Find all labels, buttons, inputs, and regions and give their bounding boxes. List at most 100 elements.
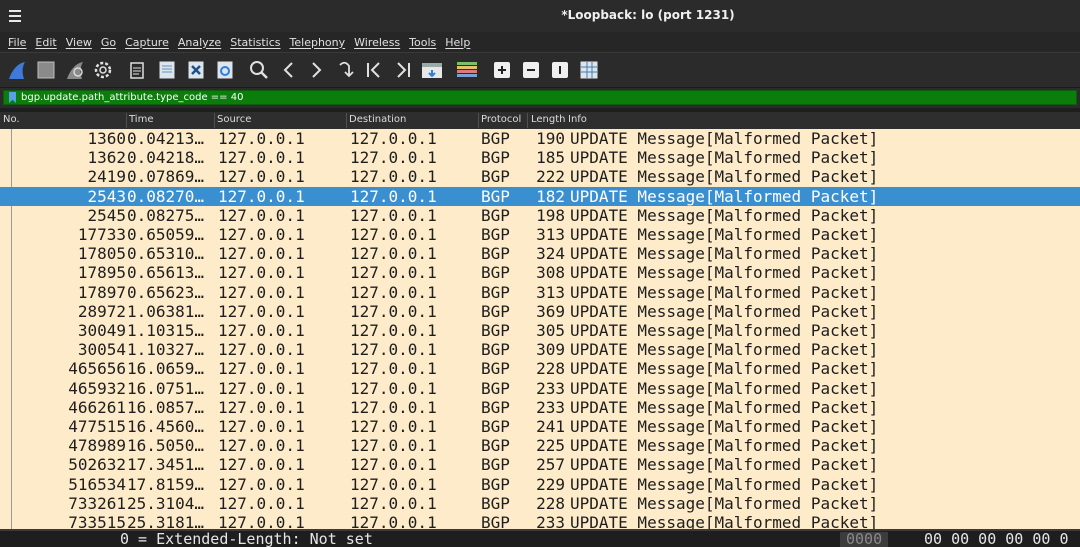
go-forward-icon[interactable] <box>305 59 327 81</box>
packet-protocol: BGP <box>481 321 510 340</box>
packet-protocol: BGP <box>481 206 510 225</box>
colorize-icon[interactable] <box>456 59 478 81</box>
packet-row[interactable]: 465656 16.0659… 127.0.0.1 127.0.0.1 BGP 228 UP… <box>0 359 1080 378</box>
packet-number: 17895 <box>77 263 126 282</box>
column-header-no[interactable]: No. <box>3 114 20 125</box>
reload-file-icon[interactable] <box>214 59 236 81</box>
packet-length: 241 <box>536 417 565 436</box>
resize-columns-icon[interactable] <box>578 59 600 81</box>
packet-length: 182 <box>536 187 565 206</box>
packet-protocol: BGP <box>481 244 510 263</box>
close-file-icon[interactable] <box>185 59 207 81</box>
menu-capture[interactable]: Capture <box>125 36 169 49</box>
packet-row[interactable]: 733261 25.3104… 127.0.0.1 127.0.0.1 BGP 228 UP… <box>0 494 1080 513</box>
restart-fin-icon[interactable] <box>64 59 86 81</box>
packet-number: 465656 <box>68 359 126 378</box>
menu-wireless[interactable]: Wireless <box>354 36 400 49</box>
packet-row[interactable]: 466261 16.0857… 127.0.0.1 127.0.0.1 BGP 233 UP… <box>0 398 1080 417</box>
packet-destination: 127.0.0.1 <box>350 225 437 244</box>
packet-row[interactable]: 465932 16.0751… 127.0.0.1 127.0.0.1 BGP 233 UP… <box>0 379 1080 398</box>
packet-row[interactable]: 2545 0.08275… 127.0.0.1 127.0.0.1 BGP 198 UPDA… <box>0 206 1080 225</box>
packet-info: UPDATE Message[Malformed Packet] <box>570 187 879 206</box>
packet-source: 127.0.0.1 <box>218 263 305 282</box>
packet-destination: 127.0.0.1 <box>350 475 437 494</box>
column-header-protocol[interactable]: Protocol <box>481 114 521 125</box>
stop-square-icon[interactable] <box>35 59 57 81</box>
packet-row[interactable]: 733515 25.3181… 127.0.0.1 127.0.0.1 BGP 233 UP… <box>0 513 1080 529</box>
packet-source: 127.0.0.1 <box>218 359 305 378</box>
bookmark-icon[interactable] <box>9 92 16 103</box>
packet-list[interactable]: 1360 0.04213… 127.0.0.1 127.0.0.1 BGP 190 UPDA… <box>0 129 1080 529</box>
packet-row[interactable]: 477515 16.4560… 127.0.0.1 127.0.0.1 BGP 241 UP… <box>0 417 1080 436</box>
packet-length: 369 <box>536 302 565 321</box>
packet-destination: 127.0.0.1 <box>350 129 437 148</box>
menu-file[interactable]: File <box>8 36 26 49</box>
packet-info: UPDATE Message[Malformed Packet] <box>570 244 879 263</box>
go-to-packet-icon[interactable] <box>334 59 356 81</box>
packet-row[interactable]: 1362 0.04218… 127.0.0.1 127.0.0.1 BGP 185 UPDA… <box>0 148 1080 167</box>
column-header-time[interactable]: Time <box>129 114 153 125</box>
packet-protocol: BGP <box>481 494 510 513</box>
shark-fin-start-icon[interactable] <box>6 59 28 81</box>
find-packet-icon[interactable] <box>248 59 270 81</box>
last-packet-icon[interactable] <box>392 59 414 81</box>
menu-view[interactable]: View <box>66 36 92 49</box>
open-file-icon[interactable] <box>127 59 149 81</box>
column-header-length[interactable]: Length <box>531 114 566 125</box>
packet-length: 313 <box>536 225 565 244</box>
zoom-in-icon[interactable] <box>491 59 513 81</box>
normal-size-icon[interactable] <box>549 59 571 81</box>
packet-protocol: BGP <box>481 302 510 321</box>
zoom-out-icon[interactable] <box>520 59 542 81</box>
packet-row[interactable]: 17805 0.65310… 127.0.0.1 127.0.0.1 BGP 324 UPD… <box>0 244 1080 263</box>
menu-tools[interactable]: Tools <box>409 36 436 49</box>
menu-analyze[interactable]: Analyze <box>178 36 221 49</box>
packet-time: 1.06381… <box>127 302 205 321</box>
packet-source: 127.0.0.1 <box>218 244 305 263</box>
packet-protocol: BGP <box>481 513 510 529</box>
packet-source: 127.0.0.1 <box>218 417 305 436</box>
packet-time: 0.04218… <box>127 148 205 167</box>
packet-time: 17.3451… <box>127 455 205 474</box>
save-file-icon[interactable] <box>156 59 178 81</box>
packet-row[interactable]: 17733 0.65059… 127.0.0.1 127.0.0.1 BGP 313 UPD… <box>0 225 1080 244</box>
packet-protocol: BGP <box>481 359 510 378</box>
menu-statistics[interactable]: Statistics <box>230 36 280 49</box>
packet-protocol: BGP <box>481 436 510 455</box>
packet-row[interactable]: 17897 0.65623… 127.0.0.1 127.0.0.1 BGP 313 UPD… <box>0 283 1080 302</box>
packet-row[interactable]: 28972 1.06381… 127.0.0.1 127.0.0.1 BGP 369 UPD… <box>0 302 1080 321</box>
packet-info: UPDATE Message[Malformed Packet] <box>570 436 879 455</box>
packet-info: UPDATE Message[Malformed Packet] <box>570 513 879 529</box>
packet-row[interactable]: 2419 0.07869… 127.0.0.1 127.0.0.1 BGP 222 UPDA… <box>0 167 1080 186</box>
packet-number: 733515 <box>68 513 126 529</box>
packet-source: 127.0.0.1 <box>218 129 305 148</box>
packet-row[interactable]: 30054 1.10327… 127.0.0.1 127.0.0.1 BGP 309 UPD… <box>0 340 1080 359</box>
go-back-icon[interactable] <box>278 59 300 81</box>
packet-length: 190 <box>536 129 565 148</box>
packet-row[interactable]: 2543 0.08270… 127.0.0.1 127.0.0.1 BGP 182 UPDA… <box>0 187 1080 206</box>
packet-row[interactable]: 30049 1.10315… 127.0.0.1 127.0.0.1 BGP 305 UPD… <box>0 321 1080 340</box>
autoscroll-icon[interactable] <box>421 59 443 81</box>
packet-row[interactable]: 1360 0.04213… 127.0.0.1 127.0.0.1 BGP 190 UPDA… <box>0 129 1080 148</box>
display-filter-input[interactable]: bgp.update.path_attribute.type_code == 4… <box>3 90 1077 105</box>
packet-destination: 127.0.0.1 <box>350 417 437 436</box>
packet-destination: 127.0.0.1 <box>350 494 437 513</box>
packet-source: 127.0.0.1 <box>218 302 305 321</box>
column-header-source[interactable]: Source <box>217 114 251 125</box>
packet-time: 1.10327… <box>127 340 205 359</box>
column-header-info[interactable]: Info <box>568 114 587 125</box>
menu-telephony[interactable]: Telephony <box>290 36 346 49</box>
packet-row[interactable]: 516534 17.8159… 127.0.0.1 127.0.0.1 BGP 229 UP… <box>0 475 1080 494</box>
packet-length: 308 <box>536 263 565 282</box>
menu-edit[interactable]: Edit <box>35 36 56 49</box>
packet-row[interactable]: 502632 17.3451… 127.0.0.1 127.0.0.1 BGP 257 UP… <box>0 455 1080 474</box>
packet-protocol: BGP <box>481 398 510 417</box>
menu-help[interactable]: Help <box>445 36 470 49</box>
menu-go[interactable]: Go <box>101 36 116 49</box>
options-gear-icon[interactable] <box>92 59 114 81</box>
packet-row[interactable]: 17895 0.65613… 127.0.0.1 127.0.0.1 BGP 308 UPD… <box>0 263 1080 282</box>
column-header-destination[interactable]: Destination <box>349 114 406 125</box>
first-packet-icon[interactable] <box>363 59 385 81</box>
packet-source: 127.0.0.1 <box>218 398 305 417</box>
packet-row[interactable]: 478989 16.5050… 127.0.0.1 127.0.0.1 BGP 225 UP… <box>0 436 1080 455</box>
